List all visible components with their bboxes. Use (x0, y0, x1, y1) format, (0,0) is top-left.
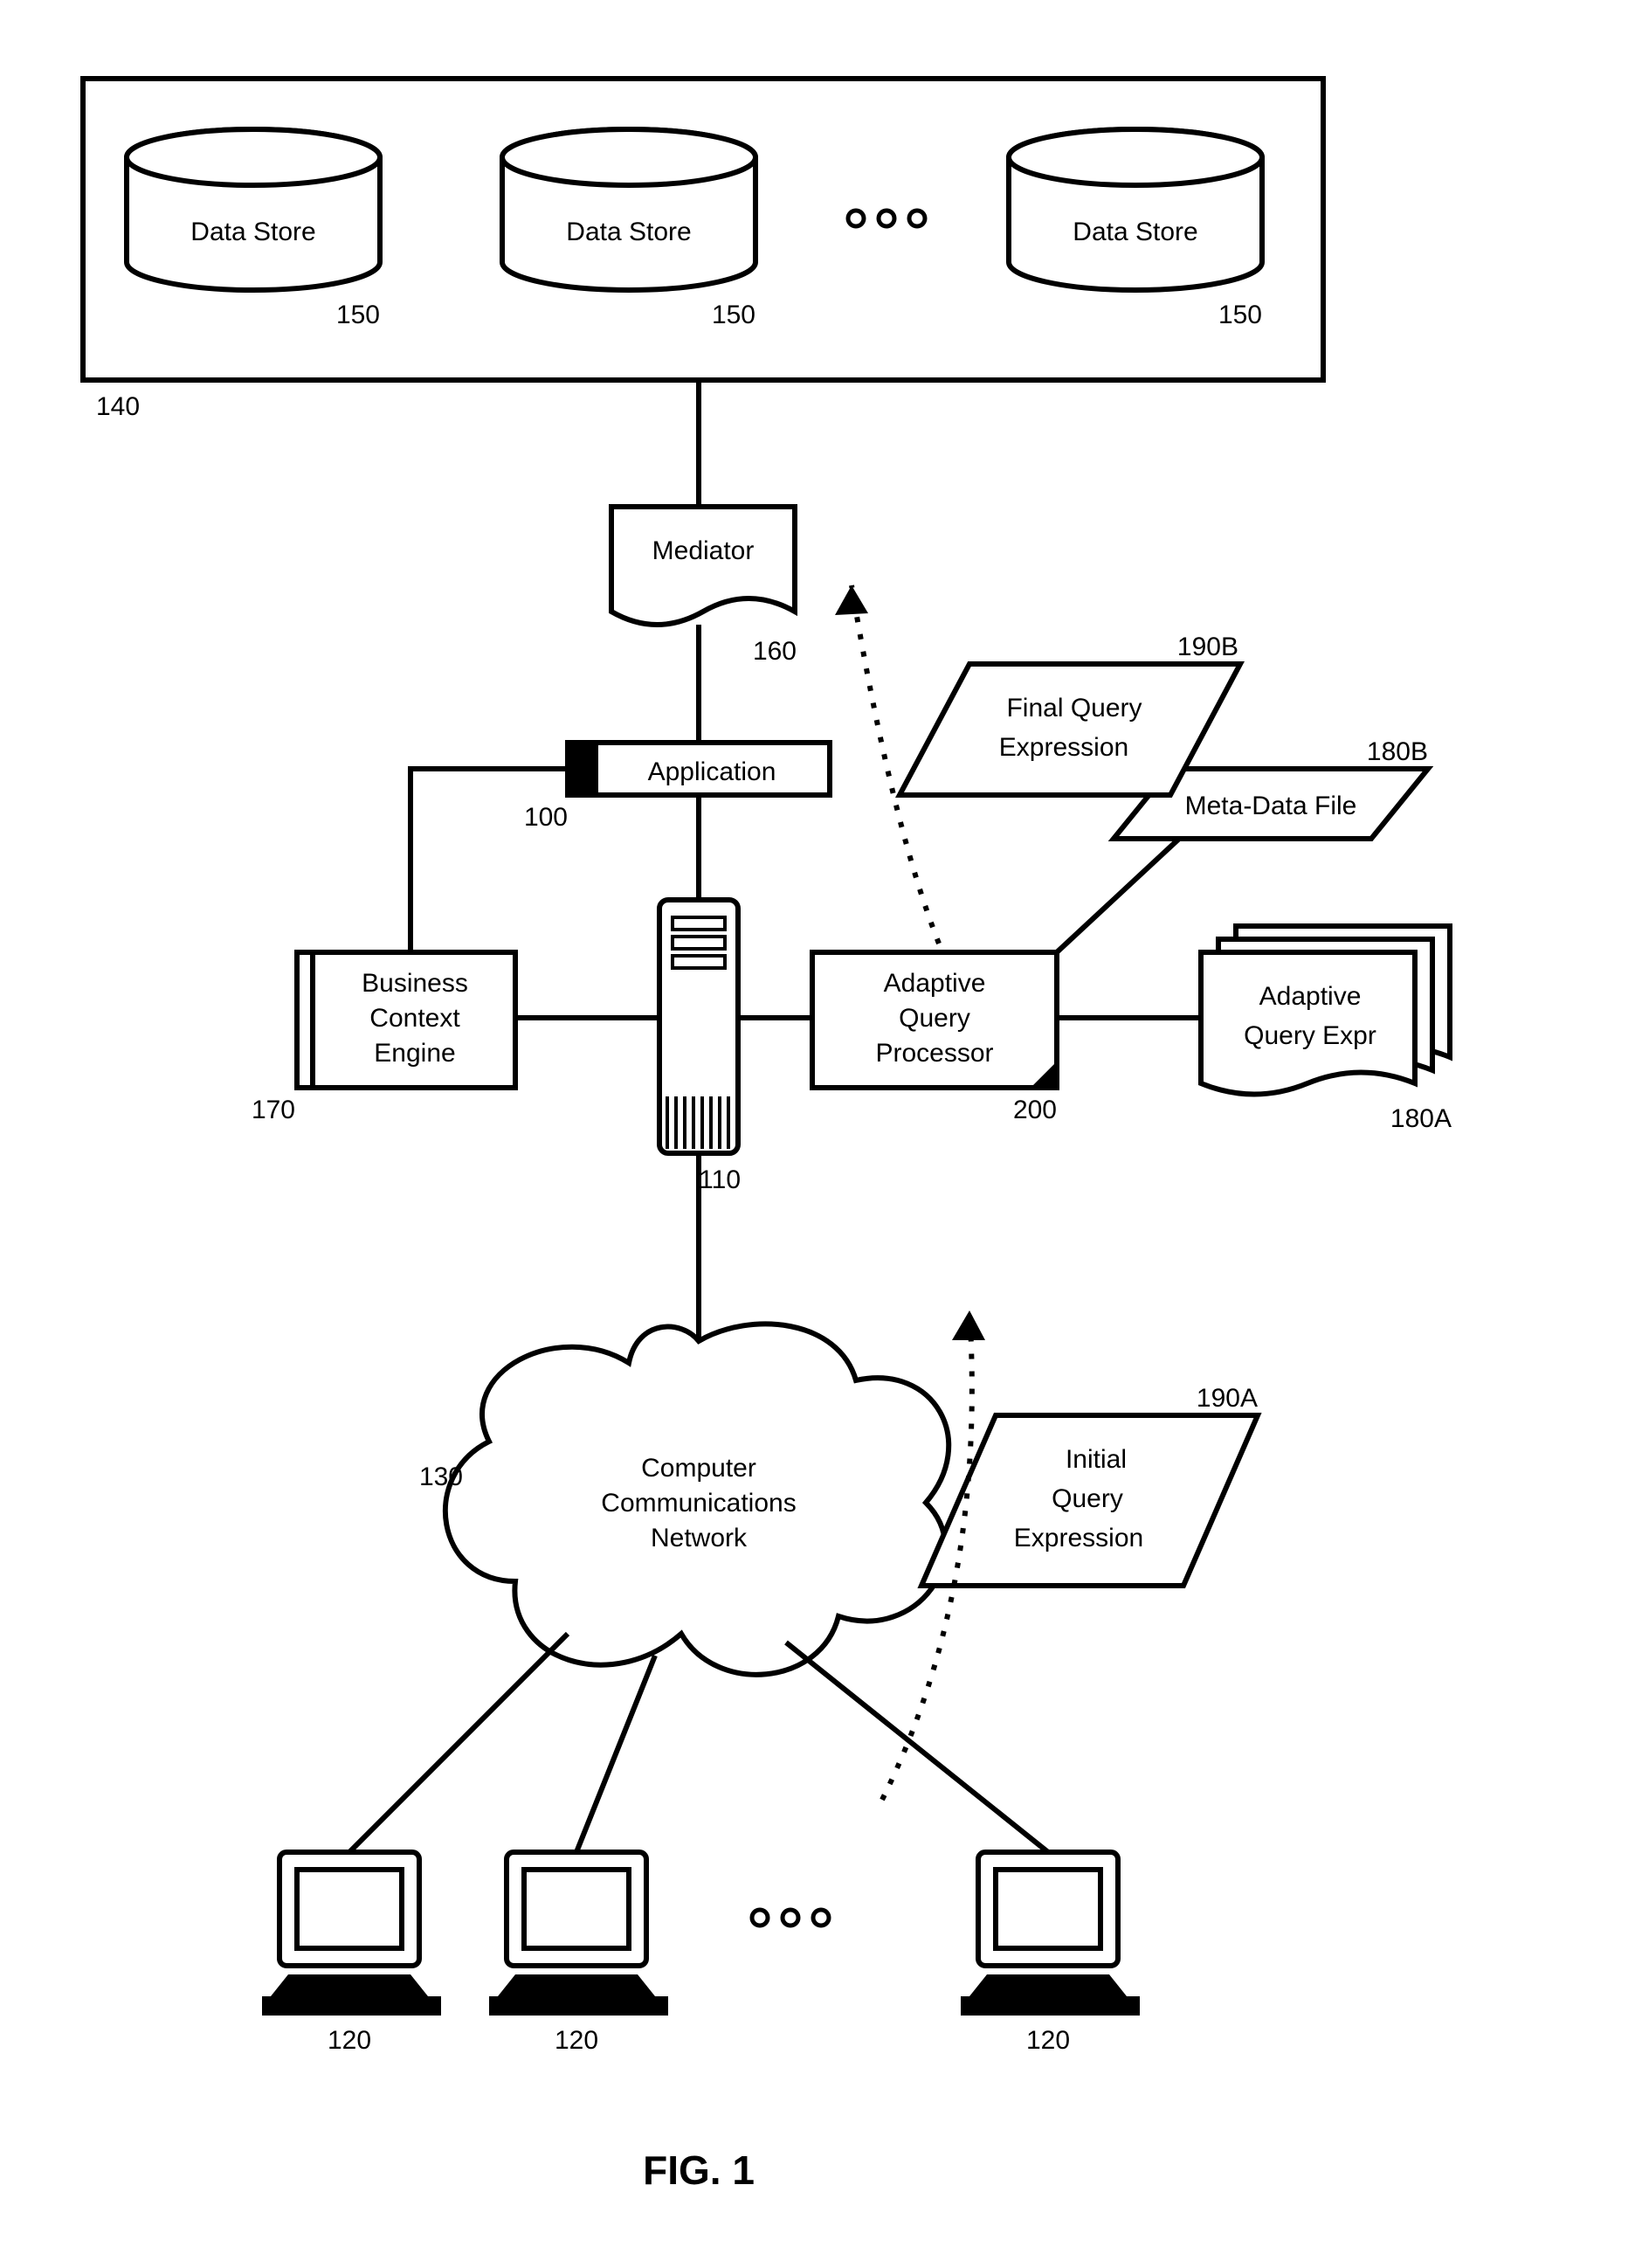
client-2-ref: 120 (555, 2026, 598, 2055)
bce-line1: Business (362, 969, 468, 998)
aqe-line1: Adaptive (1259, 982, 1362, 1011)
server-icon: 110 (659, 900, 741, 1194)
application-box: Application 100 (524, 743, 830, 832)
adaptive-query-expr: Adaptive Query Expr 180A (1201, 926, 1452, 1133)
datastore-2-ref: 150 (712, 301, 755, 329)
clients-ooo (752, 1910, 829, 1926)
metadata-label: Meta-Data File (1185, 792, 1357, 820)
datastore-1-label: Data Store (190, 218, 315, 246)
datastore-2: Data Store 150 (502, 129, 755, 329)
figure-caption: FIG. 1 (643, 2147, 755, 2193)
client-1: 120 (262, 1852, 441, 2055)
net-ref: 130 (419, 1462, 463, 1491)
aqe-ref: 180A (1390, 1104, 1452, 1133)
server-ref: 110 (699, 1165, 741, 1194)
application-ref: 100 (524, 803, 568, 832)
finalq-ref: 190B (1177, 633, 1238, 661)
mediator-ref: 160 (753, 637, 797, 666)
client-3-ref: 120 (1026, 2026, 1070, 2055)
net-line1: Computer (641, 1454, 756, 1483)
datastore-3-label: Data Store (1073, 218, 1197, 246)
network-cloud: Computer Communications Network 130 (419, 1324, 949, 1674)
datastore-ooo (848, 211, 925, 226)
client-1-ref: 120 (328, 2026, 371, 2055)
finalq-line1: Final Query (1006, 694, 1142, 723)
bce-ref: 170 (252, 1096, 295, 1124)
datastore-group-ref: 140 (96, 392, 140, 421)
datastore-3: Data Store 150 (1009, 129, 1262, 329)
mediator-label: Mediator (652, 536, 755, 565)
initq-line1: Initial (1066, 1445, 1127, 1474)
finalq-line2: Expression (999, 733, 1128, 762)
patent-diagram: 140 Data Store 150 Data Store 150 Data S… (0, 0, 1635, 2268)
aqp-line2: Query (899, 1004, 970, 1033)
datastore-3-ref: 150 (1218, 301, 1262, 329)
client-2: 120 (489, 1852, 668, 2055)
initq-line3: Expression (1014, 1524, 1143, 1552)
net-line3: Network (651, 1524, 748, 1552)
adaptive-query-processor: Adaptive Query Processor 200 (812, 952, 1057, 1124)
aqp-line3: Processor (875, 1039, 993, 1068)
bce-line3: Engine (374, 1039, 455, 1068)
net-line2: Communications (601, 1489, 796, 1518)
aqp-ref: 200 (1013, 1096, 1057, 1124)
bce-line2: Context (369, 1004, 460, 1033)
datastore-1: Data Store 150 (127, 129, 380, 329)
initial-query-expression: Initial Query Expression 190A (921, 1384, 1258, 1586)
datastore-1-ref: 150 (336, 301, 380, 329)
metadata-ref: 180B (1367, 737, 1428, 766)
aqp-line1: Adaptive (884, 969, 986, 998)
initq-line2: Query (1052, 1484, 1123, 1513)
client-3: 120 (961, 1852, 1140, 2055)
initq-ref: 190A (1197, 1384, 1258, 1413)
mediator-doc: Mediator 160 (611, 507, 797, 666)
business-context-engine: Business Context Engine 170 (252, 952, 515, 1124)
datastore-2-label: Data Store (566, 218, 691, 246)
application-label: Application (648, 757, 776, 786)
aqe-line2: Query Expr (1244, 1021, 1376, 1050)
